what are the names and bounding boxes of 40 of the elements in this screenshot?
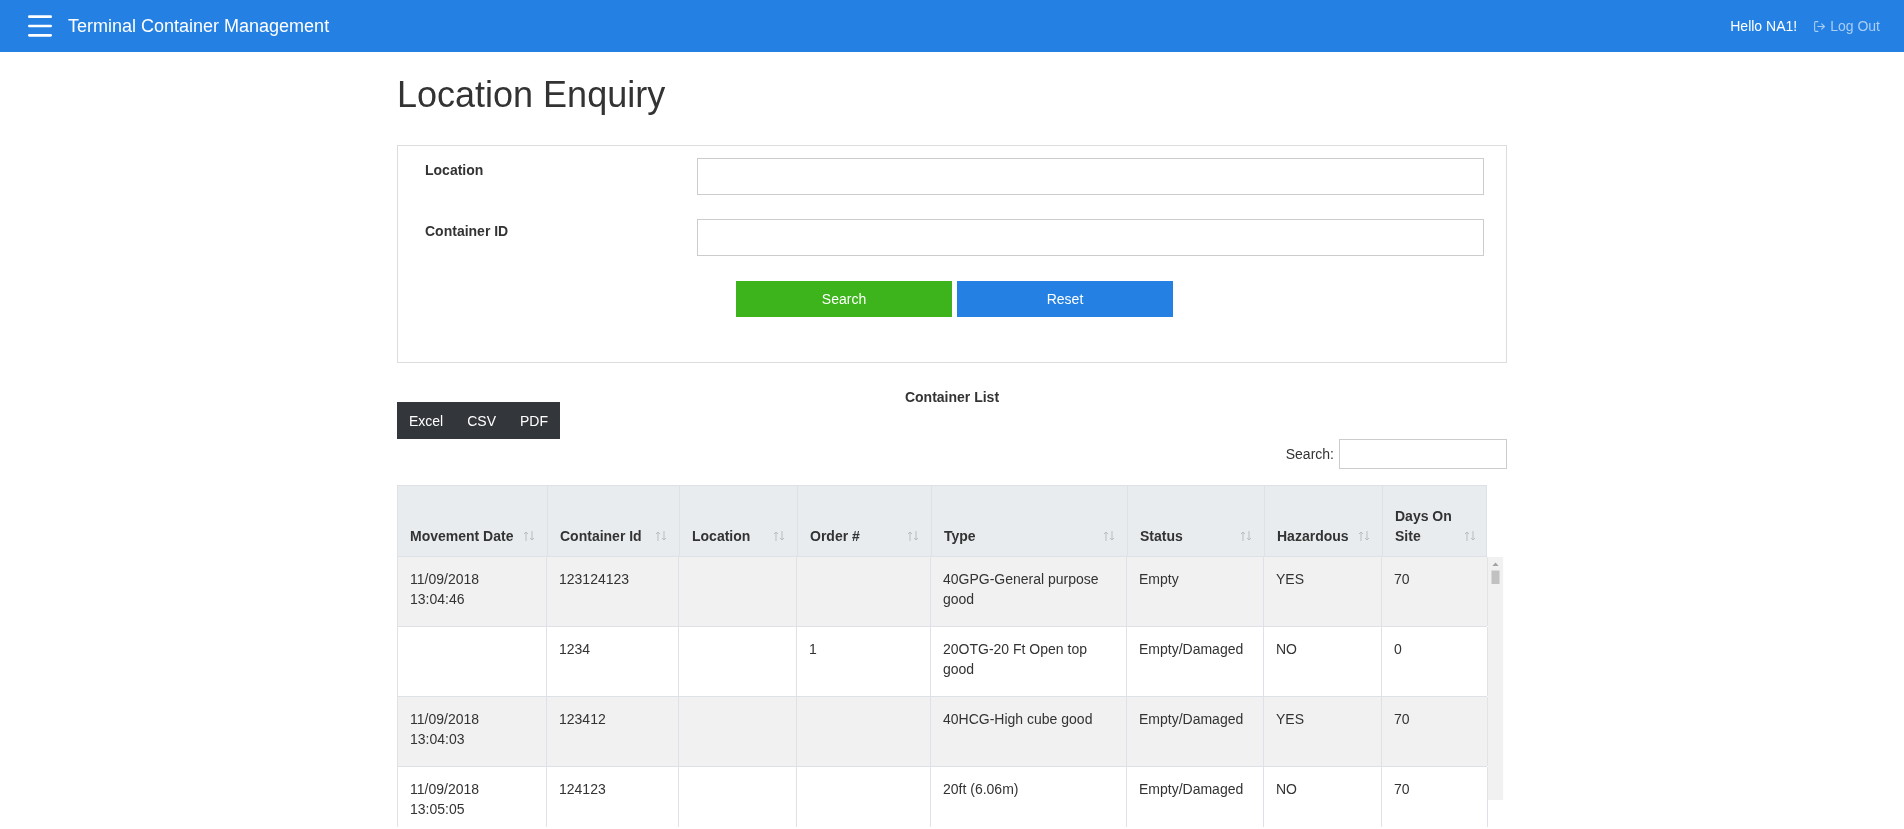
table-cell: 40HCG-High cube good [943,711,1093,727]
table-cell: 20ft (6.06m) [943,781,1019,797]
table-cell: 11/09/2018 13:04:46 [410,571,480,607]
column-header[interactable]: Hazardous [1277,526,1349,546]
table-cell: 123124123 [559,571,630,587]
table-cell: 0 [1394,641,1402,657]
column-header[interactable]: Status [1140,526,1183,546]
table-cell: 1234 [559,641,591,657]
table-cell: Empty [1139,571,1179,587]
reset-button[interactable]: Reset [957,281,1173,317]
table-cell: YES [1276,711,1304,727]
table-cell: NO [1276,781,1297,797]
column-header[interactable]: Type [944,526,976,546]
column-header[interactable]: Movement Date [410,526,514,546]
field-label: Location [425,161,485,178]
search-label: Search: [1285,446,1334,462]
column-header[interactable]: Location [692,526,751,546]
column-header[interactable]: Order # [810,526,860,546]
table-cell: 70 [1394,571,1410,587]
table-cell: 11/09/2018 13:05:05 [410,781,480,817]
list-title: Container List [903,389,1001,405]
table-cell: 11/09/2018 13:04:03 [410,711,480,747]
table-cell: 70 [1394,781,1410,797]
table-cell: 124123 [559,781,606,797]
table-cell: NO [1276,641,1297,657]
table-cell: Empty/Damaged [1139,781,1244,797]
table-cell: 70 [1394,711,1410,727]
table-cell: 1 [809,641,817,657]
table-cell: 123412 [559,711,606,727]
table-cell: Empty/Damaged [1139,711,1244,727]
field-label: Container ID [425,222,510,239]
table-cell: 20OTG-20 Ft Open top good [943,641,1087,677]
table-cell: Empty/Damaged [1139,641,1244,657]
greeting-text: Hello NA1! [1730,18,1798,34]
table-cell: 40GPG-General purpose good [943,571,1099,607]
column-header[interactable]: Container Id [560,526,642,546]
app-title: Terminal Container Management [68,15,330,37]
page-title: Location Enquiry [397,74,667,116]
table-cell: YES [1276,571,1304,587]
column-header[interactable]: Days On Site [1395,506,1464,546]
